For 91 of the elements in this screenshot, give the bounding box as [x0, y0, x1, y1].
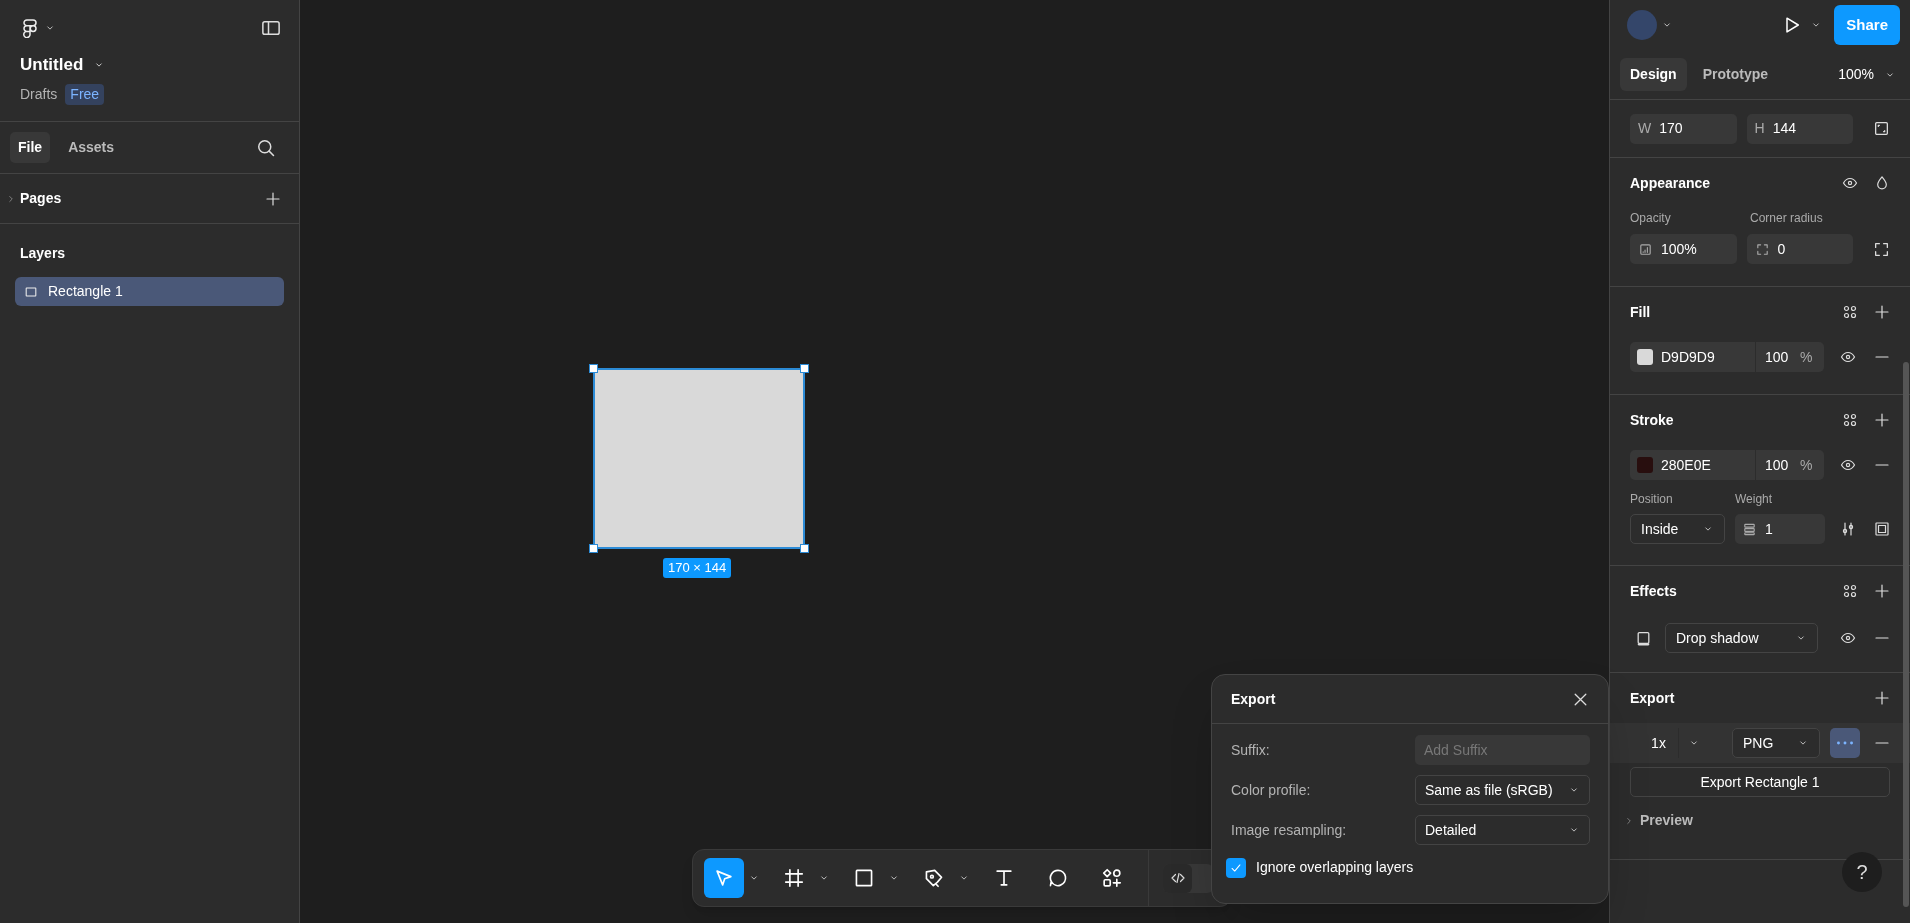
export-button[interactable]: Export Rectangle 1 [1630, 767, 1890, 797]
corner-icon [1754, 241, 1770, 257]
resize-handle[interactable] [589, 364, 598, 373]
dropdown[interactable]: Drop shadow [1665, 623, 1818, 653]
eye-icon[interactable] [1840, 349, 1856, 365]
square-icon [853, 867, 875, 889]
field-label: Image resampling: [1231, 820, 1347, 840]
frame-icon [783, 867, 805, 889]
eye-icon[interactable] [1840, 457, 1856, 473]
code-icon [1169, 870, 1186, 886]
pages-toggle[interactable]: Pages [6, 188, 62, 209]
panel-tab[interactable]: Assets [60, 132, 123, 163]
field-label: Opacity [1630, 210, 1672, 227]
dimension-field[interactable]: W 170 [1630, 113, 1737, 144]
checkbox-label: Ignore overlapping layers [1256, 858, 1414, 877]
eye-icon[interactable] [1842, 175, 1858, 191]
section-title: Effects [1630, 581, 1677, 601]
selected-rectangle[interactable] [593, 368, 805, 549]
styles-icon[interactable] [1842, 412, 1858, 428]
sidebar-toggle-icon[interactable] [261, 18, 281, 38]
plus-icon[interactable] [265, 190, 281, 207]
scrollbar-thumb[interactable] [1903, 362, 1909, 907]
main-menu-button[interactable] [20, 18, 56, 38]
section-title: Appearance [1630, 173, 1711, 193]
color-swatch[interactable] [1637, 349, 1653, 365]
file-location[interactable]: Drafts [20, 83, 58, 105]
opacity-icon [1638, 241, 1653, 257]
shapes-icon [1101, 867, 1123, 889]
text-icon [993, 867, 1015, 889]
color-field[interactable]: 280E0E 100 % [1630, 450, 1824, 480]
panel-tab[interactable]: Design [1620, 58, 1687, 91]
dimension-field[interactable]: H 144 [1746, 113, 1853, 144]
scale-dropdown[interactable]: 1x [1630, 728, 1710, 758]
rectangle-icon [24, 284, 38, 299]
section-title: Fill [1630, 302, 1651, 322]
avatar [1627, 10, 1657, 40]
plus-icon[interactable] [1874, 583, 1890, 599]
search-icon[interactable] [256, 137, 276, 158]
shadow-square-icon [1635, 629, 1652, 647]
panel-tab[interactable]: File [10, 132, 51, 163]
styles-icon[interactable] [1842, 304, 1858, 320]
field-label: Weight [1735, 491, 1773, 508]
chevron-icon [6, 193, 16, 204]
dropdown[interactable]: Detailed [1415, 815, 1590, 845]
stroke-border-icon[interactable] [1874, 521, 1890, 537]
styles-icon[interactable] [1842, 583, 1858, 599]
chevron-icon [1624, 815, 1634, 826]
color-field[interactable]: D9D9D9 100 % [1630, 342, 1824, 372]
panel-tab[interactable]: Prototype [1692, 58, 1779, 91]
checkbox[interactable] [1226, 857, 1246, 878]
color-swatch[interactable] [1637, 457, 1653, 473]
format-dropdown[interactable]: PNG [1732, 728, 1820, 758]
resize-handle[interactable] [589, 544, 598, 553]
plus-icon[interactable] [1874, 412, 1890, 428]
file-title[interactable]: Untitled [20, 52, 84, 78]
lines-icon [1742, 521, 1757, 537]
weight-field[interactable]: 1 [1735, 514, 1825, 544]
resize-icon[interactable] [1873, 120, 1890, 137]
more-icon [1837, 741, 1853, 745]
radius-field[interactable]: 0 [1746, 234, 1853, 264]
field-label: Color profile: [1231, 780, 1311, 800]
resize-handle[interactable] [800, 544, 809, 553]
droplet-icon[interactable] [1874, 175, 1890, 191]
plus-icon[interactable] [1874, 304, 1890, 320]
section-title: Export [1630, 688, 1675, 708]
preview-toggle[interactable]: Preview [1624, 810, 1693, 831]
sliders-icon[interactable] [1840, 521, 1856, 537]
suffix-field[interactable]: Add Suffix [1415, 735, 1590, 765]
field-label: Suffix: [1231, 740, 1270, 760]
field-label: Position [1630, 491, 1674, 508]
expand-corners-icon[interactable] [1873, 240, 1890, 258]
speech-bubble-icon [1047, 867, 1069, 889]
dropdown[interactable]: Same as file (sRGB) [1415, 775, 1590, 805]
layers-title: Layers [20, 245, 66, 261]
field-label: Corner radius [1750, 210, 1823, 227]
more-options-button[interactable] [1830, 728, 1860, 758]
resize-handle[interactable] [800, 364, 809, 373]
dialog-title: Export [1231, 689, 1276, 709]
help-button[interactable]: ? [1842, 852, 1882, 892]
opacity-field[interactable]: 100% [1630, 234, 1737, 264]
plan-badge: Free [65, 83, 105, 105]
layer-row[interactable]: Rectangle 1 [15, 277, 284, 306]
size-label: 170 × 144 [663, 558, 732, 578]
plus-icon[interactable] [1874, 690, 1890, 706]
zoom-dropdown[interactable]: 100% [1838, 64, 1896, 85]
pointer-icon [713, 867, 735, 889]
pen-icon [923, 867, 945, 889]
dropdown[interactable]: Inside [1630, 514, 1725, 544]
section-title: Stroke [1630, 410, 1674, 430]
logo-icon [20, 18, 40, 38]
eye-icon[interactable] [1840, 630, 1856, 646]
